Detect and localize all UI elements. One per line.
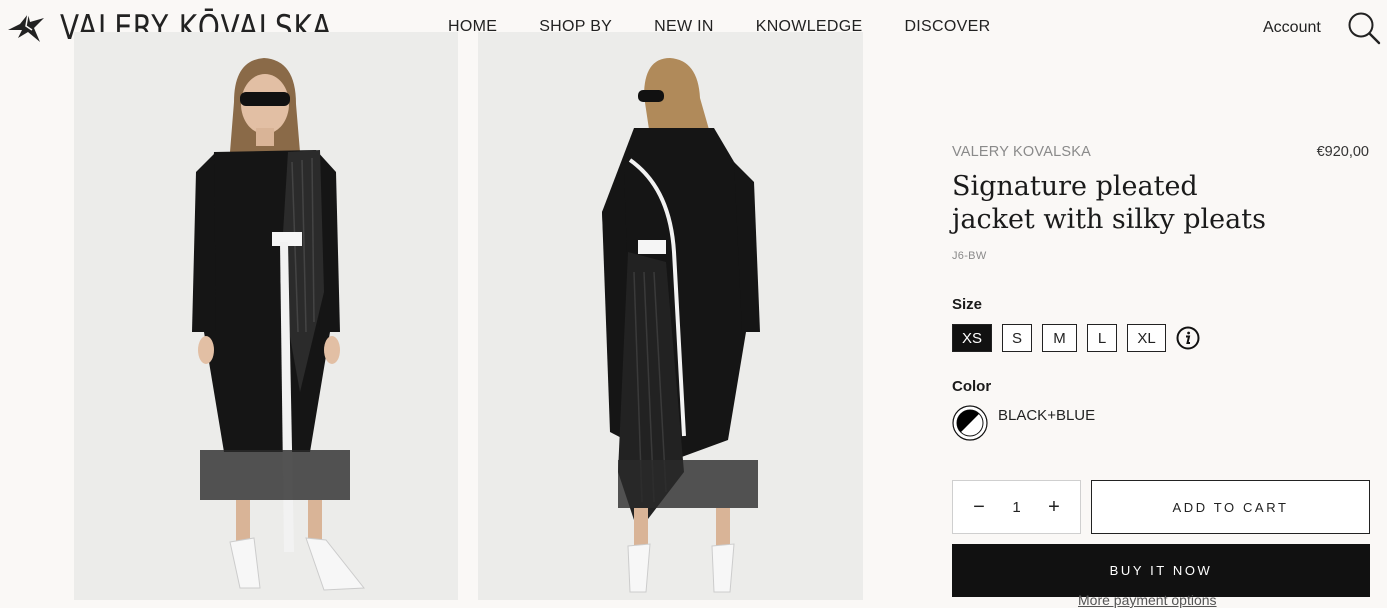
quantity-value[interactable]: 1 (1012, 499, 1020, 516)
quantity-decrease-button[interactable]: − (971, 496, 987, 519)
product-image-back[interactable] (478, 32, 863, 600)
quantity-stepper: − 1 + (952, 480, 1081, 534)
product-price: €920,00 (1316, 144, 1369, 160)
add-to-cart-button[interactable]: ADD TO CART (1091, 480, 1370, 534)
size-label: Size (952, 296, 983, 313)
size-option-m[interactable]: M (1042, 324, 1077, 352)
color-name: BLACK+BLUE (998, 407, 1096, 424)
more-payment-options-link[interactable]: More payment options (1078, 592, 1217, 608)
model-front-illustration (74, 32, 458, 600)
swallow-bird-icon (8, 13, 44, 42)
size-selector: XS S M L XL (952, 324, 1200, 352)
product-title: Signature pleated jacket with silky plea… (952, 171, 1266, 235)
search-icon[interactable] (1347, 11, 1381, 45)
size-option-s[interactable]: S (1002, 324, 1032, 352)
size-option-l[interactable]: L (1087, 324, 1117, 352)
account-link[interactable]: Account (1263, 19, 1321, 37)
color-swatch-black-blue[interactable] (952, 405, 988, 441)
product-image-front[interactable] (74, 32, 458, 600)
size-option-xl[interactable]: XL (1127, 324, 1166, 352)
nav-discover[interactable]: DISCOVER (904, 18, 990, 36)
info-icon[interactable] (1176, 326, 1200, 350)
buy-now-button[interactable]: BUY IT NOW (952, 544, 1370, 597)
size-option-xs[interactable]: XS (952, 324, 992, 352)
product-sku: J6-BW (952, 250, 987, 262)
product-brand[interactable]: VALERY KOVALSKA (952, 144, 1091, 160)
color-label: Color (952, 378, 992, 395)
quantity-increase-button[interactable]: + (1046, 496, 1062, 519)
model-back-illustration (478, 32, 863, 600)
